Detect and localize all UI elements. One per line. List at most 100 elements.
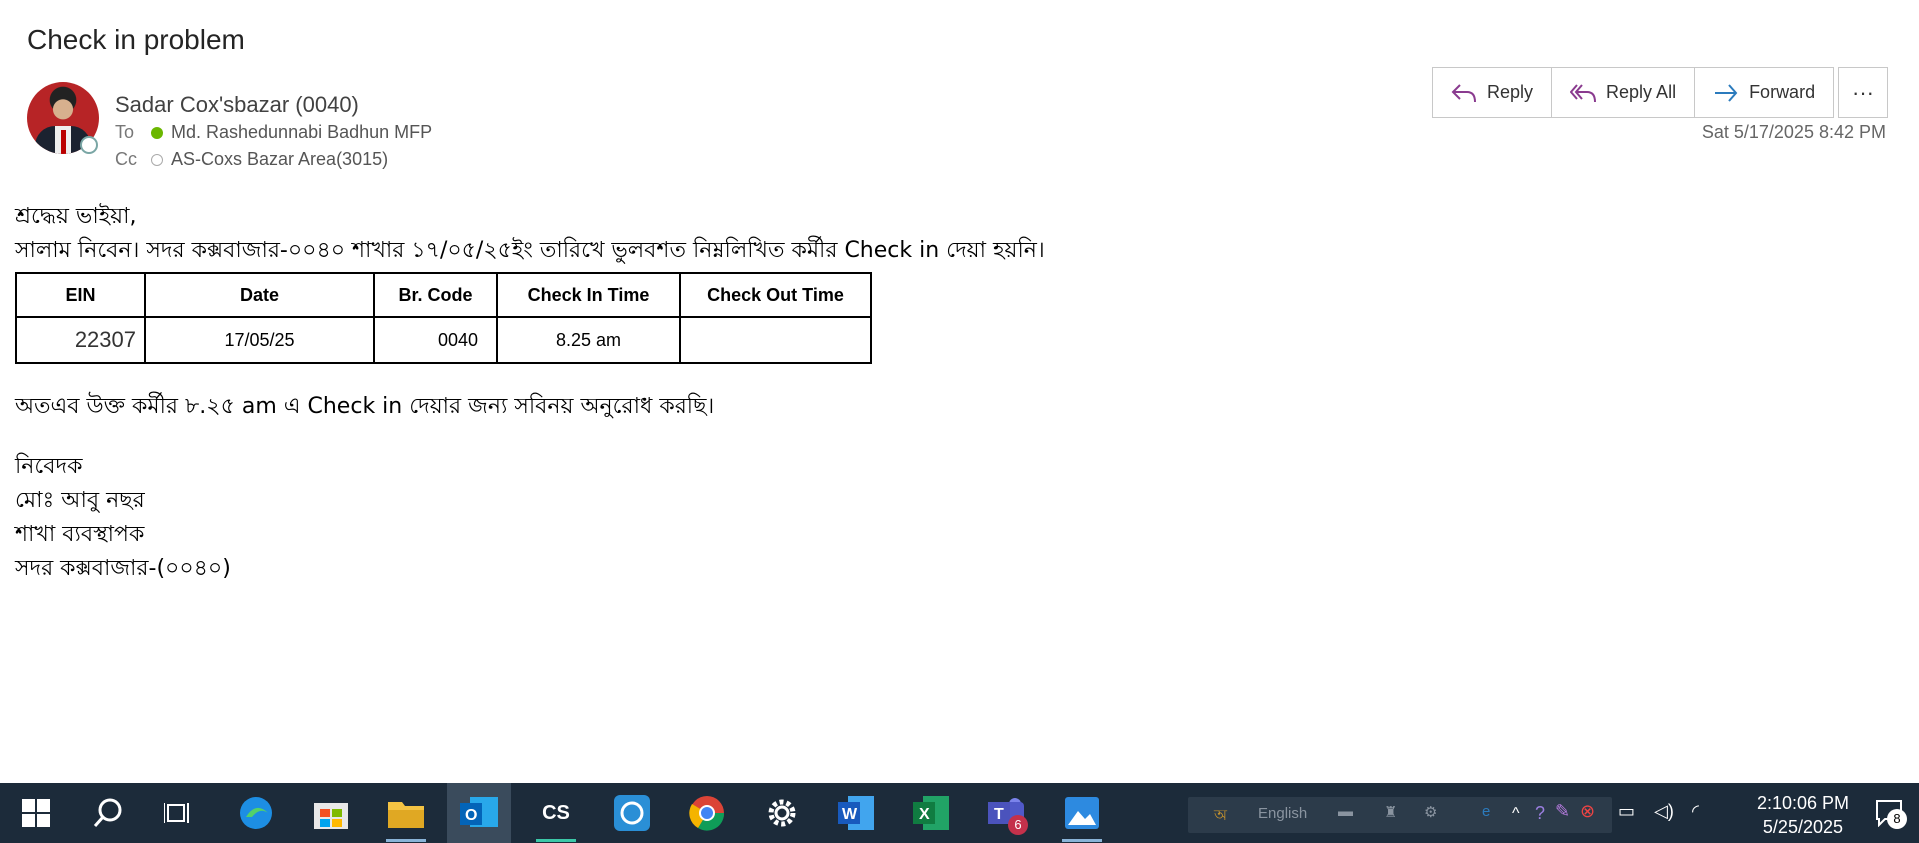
reply-all-button[interactable]: Reply All (1552, 68, 1696, 117)
photos-underline (1062, 839, 1102, 842)
ie-icon[interactable]: e (1482, 803, 1490, 820)
excel-app[interactable]: X (913, 795, 949, 831)
battery-icon[interactable]: ▭ (1618, 801, 1635, 822)
chrome-icon (689, 796, 725, 831)
signature-line: নিবেদক (15, 454, 83, 479)
word-app[interactable]: W (838, 795, 874, 831)
intro-paragraph: সালাম নিবেন। সদর কক্সবাজার-০০৪০ শাখার ১৭… (15, 238, 1045, 263)
svg-text:T: T (994, 806, 1004, 823)
cc-row: Cc AS-Coxs Bazar Area(3015) (115, 149, 388, 170)
windows-logo-icon (22, 799, 50, 827)
col-ein: EIN (15, 272, 146, 318)
start-button[interactable] (18, 795, 54, 831)
paint-app[interactable] (614, 795, 650, 831)
offline-icon (151, 153, 163, 166)
reply-label: Reply (1487, 82, 1534, 102)
forward-button[interactable]: Forward (1695, 68, 1834, 117)
language-label[interactable]: English (1258, 805, 1307, 822)
photos-icon (1065, 797, 1099, 829)
cell-ein: 22307 (15, 316, 146, 364)
sender-name[interactable]: Sadar Cox'sbazar (0040) (115, 92, 359, 118)
cs-label: CS (542, 801, 570, 824)
check-in-table: EIN Date Br. Code Check In Time Check Ou… (15, 272, 872, 364)
search-button[interactable] (90, 795, 126, 831)
svg-text:O: O (465, 807, 477, 824)
svg-text:W: W (842, 806, 858, 823)
keyboard-icon[interactable]: ▬ (1338, 803, 1353, 820)
excel-icon: X (913, 796, 949, 830)
email-reading-pane: Check in problem Sadar Cox'sbazar (0040)… (0, 0, 1919, 783)
file-explorer-app[interactable] (388, 795, 424, 831)
cc-label: Cc (115, 149, 137, 169)
forward-icon (1715, 83, 1738, 102)
to-row: To Md. Rashedunnabi Badhun MFP (115, 122, 432, 143)
store-app[interactable] (313, 795, 349, 831)
edge-icon (240, 797, 272, 829)
forward-label: Forward (1749, 82, 1816, 102)
gear-small-icon[interactable]: ⚙ (1424, 803, 1437, 821)
cc-recipient[interactable]: AS-Coxs Bazar Area(3015) (171, 149, 388, 170)
greeting: শ্রদ্ধেয় ভাইয়া, (15, 204, 137, 229)
signature-line: সদর কক্সবাজার-(০০৪০) (15, 556, 231, 581)
clock-time: 2:10:06 PM (1756, 793, 1849, 813)
wifi-icon[interactable]: ◜ (1692, 801, 1699, 822)
received-date: Sat 5/17/2025 8:42 PM (1701, 122, 1886, 142)
search-icon (93, 798, 122, 827)
cs-app[interactable]: CS (538, 795, 574, 831)
folder-icon (388, 802, 424, 828)
more-actions-button[interactable]: ··· (1838, 67, 1888, 118)
col-br-code: Br. Code (373, 272, 498, 318)
email-subject: Check in problem (27, 24, 245, 55)
volume-icon[interactable]: ◁) (1654, 801, 1674, 822)
col-check-in: Check In Time (496, 272, 681, 318)
cell-br-code: 0040 (373, 316, 498, 364)
outlook-app-active[interactable]: O (447, 783, 511, 843)
input-indicator-tray: অ English ▬ ♜ ⚙ e (1188, 797, 1612, 833)
message-actions: Reply Reply All Forward (1432, 67, 1835, 118)
signature-line: মোঃ আবু নছর (15, 488, 145, 513)
chrome-app[interactable] (689, 795, 725, 831)
photos-app[interactable] (1064, 795, 1100, 831)
message-body: শ্রদ্ধেয় ভাইয়া, সালাম নিবেন। সদর কক্সব… (15, 200, 1045, 586)
store-icon (314, 803, 348, 829)
teams-badge: 6 (1008, 815, 1028, 835)
cs-underline (536, 839, 576, 842)
tool-icon[interactable]: ♜ (1384, 803, 1397, 821)
reply-all-label: Reply All (1606, 82, 1677, 102)
task-view-button[interactable] (160, 795, 196, 831)
app-icon (614, 795, 650, 831)
cell-check-in: 8.25 am (496, 316, 681, 364)
col-date: Date (144, 272, 375, 318)
request-paragraph: অতএব উক্ত কর্মীর ৮.২৫ am এ Check in দেয়… (15, 394, 715, 419)
system-clock[interactable]: 2:10:06 PM 5/25/2025 (1757, 791, 1849, 839)
teams-app[interactable]: T 6 (988, 795, 1028, 835)
avro-icon[interactable]: অ (1214, 804, 1227, 829)
cell-date: 17/05/25 (144, 316, 375, 364)
cell-check-out (679, 316, 872, 364)
outlook-icon: O (460, 797, 498, 827)
clock-date: 5/25/2025 (1762, 817, 1843, 837)
action-center-button[interactable]: 8 (1875, 799, 1907, 829)
gear-icon (768, 799, 796, 827)
presence-status-icon (80, 136, 98, 154)
reply-all-icon (1570, 83, 1597, 102)
reply-icon (1451, 83, 1476, 102)
active-indicator (386, 839, 426, 842)
task-view-icon (164, 803, 189, 823)
edge-app[interactable] (238, 795, 274, 831)
notification-count: 8 (1887, 809, 1907, 829)
table-header-row: EIN Date Br. Code Check In Time Check Ou… (15, 272, 872, 318)
chevron-up-icon[interactable]: ^ (1512, 805, 1520, 823)
settings-app[interactable] (764, 795, 800, 831)
reply-button[interactable]: Reply (1433, 68, 1553, 117)
blocked-icon[interactable]: ⊗ (1580, 801, 1595, 822)
to-label: To (115, 122, 135, 142)
to-recipient[interactable]: Md. Rashedunnabi Badhun MFP (171, 122, 432, 143)
col-check-out: Check Out Time (679, 272, 872, 318)
windows-taskbar: O CS W X T 6 অ English ▬ ♜ ⚙ e ^ ? ✎ ⊗ ▭… (0, 783, 1919, 843)
table-row: 22307 17/05/25 0040 8.25 am (15, 316, 872, 364)
signature-line: শাখা ব্যবস্থাপক (15, 522, 145, 547)
help-icon[interactable]: ? (1535, 803, 1545, 824)
word-icon: W (838, 796, 874, 830)
pen-icon[interactable]: ✎ (1555, 801, 1570, 822)
